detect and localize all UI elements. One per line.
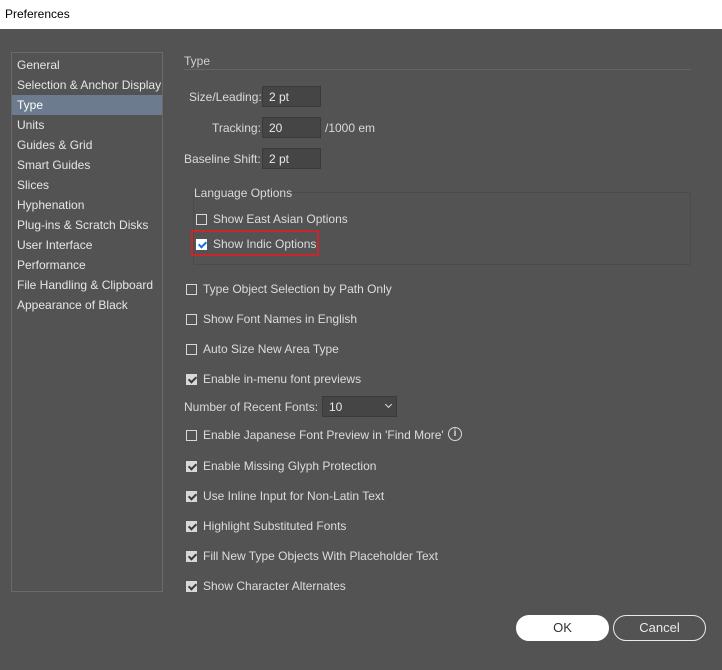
missing-glyph-checkbox[interactable]	[186, 460, 197, 472]
sidebar-item-performance[interactable]: Performance	[12, 255, 162, 275]
sidebar-item-appearance-of-black[interactable]: Appearance of Black	[12, 295, 162, 315]
auto-size-area-label: Auto Size New Area Type	[203, 342, 339, 356]
tracking-field[interactable]: 20	[262, 117, 321, 138]
baseline-shift-field[interactable]: 2 pt	[262, 148, 321, 169]
size-leading-field[interactable]: 2 pt	[262, 86, 321, 107]
recent-fonts-value: 10	[329, 400, 343, 414]
japanese-preview-label: Enable Japanese Font Preview in 'Find Mo…	[203, 428, 444, 442]
tracking-unit-label: /1000 em	[325, 121, 376, 135]
highlight-substituted-label: Highlight Substituted Fonts	[203, 519, 347, 533]
indic-options-checkbox[interactable]	[196, 238, 207, 250]
window-title: Preferences	[0, 0, 722, 29]
sidebar-item-smart-guides[interactable]: Smart Guides	[12, 155, 162, 175]
chevron-down-icon	[384, 400, 393, 409]
in-menu-previews-label: Enable in-menu font previews	[203, 372, 362, 386]
east-asian-options-row[interactable]: Show East Asian Options	[196, 212, 348, 226]
sidebar-item-file-handling-clipboard[interactable]: File Handling & Clipboard	[12, 275, 162, 295]
cancel-button[interactable]: Cancel	[613, 615, 706, 641]
recent-fonts-select[interactable]: 10	[322, 396, 397, 417]
section-divider	[184, 69, 691, 70]
ok-button[interactable]: OK	[516, 615, 609, 641]
sidebar-item-hyphenation[interactable]: Hyphenation	[12, 195, 162, 215]
highlight-substituted-checkbox[interactable]	[186, 520, 197, 532]
auto-size-area-checkbox[interactable]	[186, 343, 197, 355]
inline-input-label: Use Inline Input for Non-Latin Text	[203, 489, 385, 503]
font-names-english-row[interactable]: Show Font Names in English	[186, 312, 357, 326]
sidebar-item-general[interactable]: General	[12, 55, 162, 75]
character-alternates-row[interactable]: Show Character Alternates	[186, 579, 346, 593]
baseline-shift-label: Baseline Shift:	[184, 152, 261, 166]
language-options-title: Language Options	[194, 186, 293, 200]
in-menu-previews-row[interactable]: Enable in-menu font previews	[186, 372, 361, 386]
sidebar-item-guides-grid[interactable]: Guides & Grid	[12, 135, 162, 155]
character-alternates-label: Show Character Alternates	[203, 579, 346, 593]
font-names-english-checkbox[interactable]	[186, 313, 197, 325]
type-object-selection-label: Type Object Selection by Path Only	[203, 282, 392, 296]
sidebar-item-type[interactable]: Type	[12, 95, 162, 115]
sidebar-item-slices[interactable]: Slices	[12, 175, 162, 195]
highlight-substituted-row[interactable]: Highlight Substituted Fonts	[186, 519, 346, 533]
japanese-preview-checkbox[interactable]	[186, 429, 197, 441]
sidebar-item-units[interactable]: Units	[12, 115, 162, 135]
east-asian-options-label: Show East Asian Options	[213, 212, 348, 226]
inline-input-checkbox[interactable]	[186, 490, 197, 502]
preferences-sidebar: General Selection & Anchor Display Type …	[11, 52, 163, 592]
missing-glyph-label: Enable Missing Glyph Protection	[203, 459, 377, 473]
section-title: Type	[184, 54, 211, 68]
inline-input-row[interactable]: Use Inline Input for Non-Latin Text	[186, 489, 384, 503]
tracking-label: Tracking:	[212, 121, 261, 135]
sidebar-item-plugins-scratch-disks[interactable]: Plug-ins & Scratch Disks	[12, 215, 162, 235]
recent-fonts-label: Number of Recent Fonts:	[184, 400, 319, 414]
auto-size-area-row[interactable]: Auto Size New Area Type	[186, 342, 339, 356]
character-alternates-checkbox[interactable]	[186, 580, 197, 592]
placeholder-text-label: Fill New Type Objects With Placeholder T…	[203, 549, 438, 563]
japanese-preview-row[interactable]: Enable Japanese Font Preview in 'Find Mo…	[186, 428, 444, 442]
sidebar-item-selection-anchor-display[interactable]: Selection & Anchor Display	[12, 75, 162, 95]
east-asian-options-checkbox[interactable]	[196, 213, 207, 225]
indic-options-label: Show Indic Options	[213, 237, 317, 251]
missing-glyph-row[interactable]: Enable Missing Glyph Protection	[186, 459, 376, 473]
info-icon[interactable]: i	[448, 427, 462, 441]
placeholder-text-row[interactable]: Fill New Type Objects With Placeholder T…	[186, 549, 438, 563]
type-object-selection-checkbox[interactable]	[186, 283, 197, 295]
size-leading-label: Size/Leading:	[189, 90, 262, 104]
font-names-english-label: Show Font Names in English	[203, 312, 358, 326]
indic-options-row[interactable]: Show Indic Options	[196, 237, 316, 251]
placeholder-text-checkbox[interactable]	[186, 550, 197, 562]
in-menu-previews-checkbox[interactable]	[186, 373, 197, 385]
type-object-selection-row[interactable]: Type Object Selection by Path Only	[186, 282, 392, 296]
sidebar-item-user-interface[interactable]: User Interface	[12, 235, 162, 255]
